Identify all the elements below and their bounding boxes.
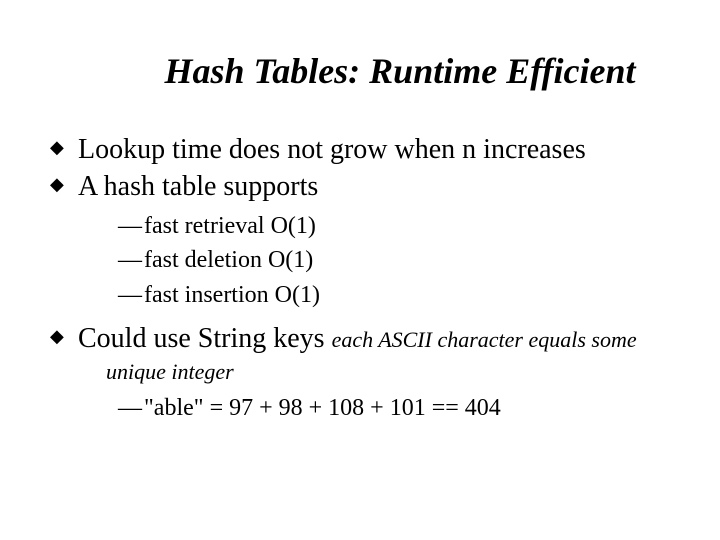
sub-text: "able" = 97 + 98 + 108 + 101 == 404 (144, 395, 501, 421)
sub-fast-insertion: fast insertion O(1) (118, 279, 670, 311)
bullet-text-tail: each ASCII character equals some (332, 327, 637, 352)
slide-title: Hash Tables: Runtime Efficient (50, 50, 670, 92)
bullet-text-tail2: unique integer (106, 358, 670, 386)
sub-able-example: "able" = 97 + 98 + 108 + 101 == 404 (118, 392, 670, 424)
bullet-lookup-time: Lookup time does not grow when n increas… (50, 132, 670, 167)
bullet-string-keys: Could use String keys each ASCII charact… (50, 321, 670, 424)
sub-list-supports: fast retrieval O(1) fast deletion O(1) f… (118, 210, 670, 311)
sub-list-string-keys: "able" = 97 + 98 + 108 + 101 == 404 (118, 392, 670, 424)
sub-text: fast deletion O(1) (144, 247, 313, 273)
bullet-text-main: Could use String keys (78, 323, 332, 354)
slide: Hash Tables: Runtime Efficient Lookup ti… (0, 0, 720, 540)
sub-fast-retrieval: fast retrieval O(1) (118, 210, 670, 242)
bullet-list: Lookup time does not grow when n increas… (50, 132, 670, 424)
sub-text: fast retrieval O(1) (144, 213, 316, 239)
bullet-hash-table-supports: A hash table supports fast retrieval O(1… (50, 169, 670, 311)
sub-text: fast insertion O(1) (144, 282, 320, 308)
bullet-text: A hash table supports (78, 171, 318, 202)
bullet-text: Lookup time does not grow when n increas… (78, 134, 586, 165)
sub-fast-deletion: fast deletion O(1) (118, 244, 670, 276)
